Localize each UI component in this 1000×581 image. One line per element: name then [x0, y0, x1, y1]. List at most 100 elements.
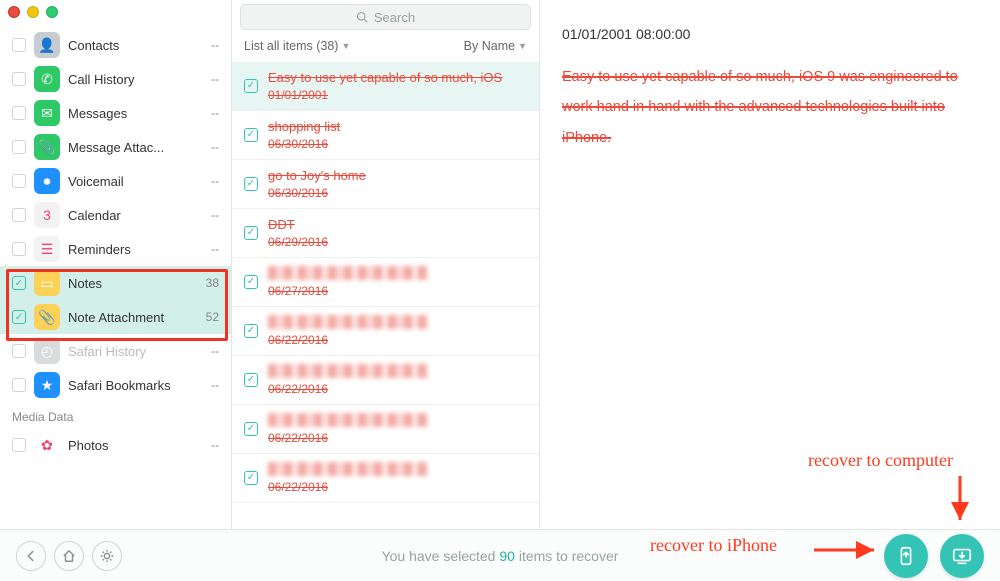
checkbox[interactable]: ✓: [244, 471, 258, 485]
recover-to-computer-button[interactable]: [940, 534, 984, 578]
note-row[interactable]: ✓ Easy to use yet capable of so much, iOS…: [232, 62, 539, 111]
notes-list: ✓ Easy to use yet capable of so much, iOS…: [232, 62, 539, 529]
category-icon: 3: [34, 202, 60, 228]
window-maximize-button[interactable]: [46, 6, 58, 18]
checkbox[interactable]: ✓: [244, 324, 258, 338]
category-label: Message Attac...: [68, 140, 193, 155]
window-close-button[interactable]: [8, 6, 20, 18]
app-window: 👤Contacts--✆Call History--✉︎Messages--📎M…: [0, 0, 1000, 530]
checkbox[interactable]: [12, 72, 26, 86]
checkbox[interactable]: ✓: [12, 310, 26, 324]
note-title: Easy to use yet capable of so much, iOS: [268, 70, 508, 87]
sidebar-item-notes[interactable]: ✓▭Notes38: [0, 266, 231, 300]
media-section-header: Media Data: [0, 402, 231, 428]
category-label: Call History: [68, 72, 193, 87]
checkbox[interactable]: ✓: [244, 422, 258, 436]
note-date: 01/01/2001: [268, 88, 328, 102]
recover-to-iphone-button[interactable]: [884, 534, 928, 578]
category-label: Safari History: [68, 344, 193, 359]
note-row[interactable]: ✓ 06/22/2016: [232, 307, 539, 356]
checkbox[interactable]: ✓: [244, 177, 258, 191]
category-label: Calendar: [68, 208, 193, 223]
window-minimize-button[interactable]: [27, 6, 39, 18]
computer-download-icon: [951, 545, 973, 567]
category-count: --: [201, 72, 219, 86]
note-title: shopping list: [268, 119, 508, 136]
sidebar-item-voicemail[interactable]: ⏺Voicemail--: [0, 164, 231, 198]
note-date: 06/22/2016: [268, 333, 328, 347]
checkbox[interactable]: [12, 438, 26, 452]
category-icon: 📎: [34, 304, 60, 330]
category-label: Safari Bookmarks: [68, 378, 193, 393]
checkbox[interactable]: [12, 140, 26, 154]
sidebar-item-safariHist[interactable]: ◴Safari History--: [0, 334, 231, 368]
search-input[interactable]: Search: [240, 4, 531, 30]
sidebar-item-noteattach[interactable]: ✓📎Note Attachment52: [0, 300, 231, 334]
home-button[interactable]: [54, 541, 84, 571]
sidebar-item-msgattach[interactable]: 📎Message Attac...--: [0, 130, 231, 164]
category-count: --: [201, 438, 219, 452]
checkbox[interactable]: ✓: [244, 275, 258, 289]
note-date: 06/29/2016: [268, 235, 328, 249]
sidebar-item-safariBm[interactable]: ★Safari Bookmarks--: [0, 368, 231, 402]
checkbox[interactable]: ✓: [244, 79, 258, 93]
checkbox[interactable]: ✓: [12, 276, 26, 290]
category-count: --: [201, 106, 219, 120]
list-filter-label: List all items (38): [244, 39, 338, 53]
category-icon: ★: [34, 372, 60, 398]
checkbox[interactable]: [12, 242, 26, 256]
category-label: Messages: [68, 106, 193, 121]
checkbox[interactable]: [12, 106, 26, 120]
category-icon: ▭: [34, 270, 60, 296]
back-button[interactable]: [16, 541, 46, 571]
list-filter-dropdown[interactable]: List all items (38) ▼: [244, 39, 350, 53]
note-title-redacted: [268, 413, 428, 427]
search-placeholder: Search: [374, 10, 415, 25]
note-row[interactable]: ✓06/22/2016: [232, 405, 539, 454]
category-icon: ⏺: [34, 168, 60, 194]
checkbox[interactable]: [12, 208, 26, 222]
sidebar: 👤Contacts--✆Call History--✉︎Messages--📎M…: [0, 0, 232, 529]
checkbox[interactable]: [12, 344, 26, 358]
filter-row: List all items (38) ▼ By Name ▼: [232, 30, 539, 62]
home-icon: [62, 549, 76, 563]
sidebar-item-callhistory[interactable]: ✆Call History--: [0, 62, 231, 96]
note-date: 06/22/2016: [268, 382, 328, 396]
checkbox[interactable]: ✓: [244, 226, 258, 240]
checkbox[interactable]: ✓: [244, 373, 258, 387]
note-title: go to Joy's home: [268, 168, 508, 185]
arrow-left-icon: [24, 549, 38, 563]
note-title-redacted: [268, 315, 428, 329]
sidebar-item-contacts[interactable]: 👤Contacts--: [0, 28, 231, 62]
note-row[interactable]: ✓shopping list06/30/2016: [232, 111, 539, 160]
sidebar-item-photos[interactable]: ✿Photos--: [0, 428, 231, 462]
note-row[interactable]: ✓DDT06/29/2016: [232, 209, 539, 258]
sort-dropdown[interactable]: By Name ▼: [464, 39, 527, 53]
checkbox[interactable]: [12, 38, 26, 52]
chevron-down-icon: ▼: [518, 41, 527, 51]
window-controls: [8, 6, 58, 18]
note-row[interactable]: ✓ 06/22/2016: [232, 356, 539, 405]
preview-timestamp: 01/01/2001 08:00:00: [562, 26, 978, 42]
category-count: --: [201, 140, 219, 154]
sidebar-item-calendar[interactable]: 3Calendar--: [0, 198, 231, 232]
category-count: --: [201, 344, 219, 358]
note-row[interactable]: ✓ 06/27/2016: [232, 258, 539, 307]
note-row[interactable]: ✓go to Joy's home06/30/2016: [232, 160, 539, 209]
settings-button[interactable]: [92, 541, 122, 571]
chevron-down-icon: ▼: [341, 41, 350, 51]
item-list-panel: Search List all items (38) ▼ By Name ▼ ✓…: [232, 0, 540, 529]
note-date: 06/27/2016: [268, 284, 328, 298]
category-icon: ☰: [34, 236, 60, 262]
note-row[interactable]: ✓06/22/2016: [232, 454, 539, 503]
checkbox[interactable]: [12, 174, 26, 188]
sort-label: By Name: [464, 39, 515, 53]
sidebar-item-reminders[interactable]: ☰Reminders--: [0, 232, 231, 266]
category-label: Voicemail: [68, 174, 193, 189]
checkbox[interactable]: ✓: [244, 128, 258, 142]
nav-buttons: [16, 541, 122, 571]
checkbox[interactable]: [12, 378, 26, 392]
footer: You have selected 90 items to recover: [0, 530, 1000, 581]
phone-restore-icon: [895, 545, 917, 567]
sidebar-item-messages[interactable]: ✉︎Messages--: [0, 96, 231, 130]
